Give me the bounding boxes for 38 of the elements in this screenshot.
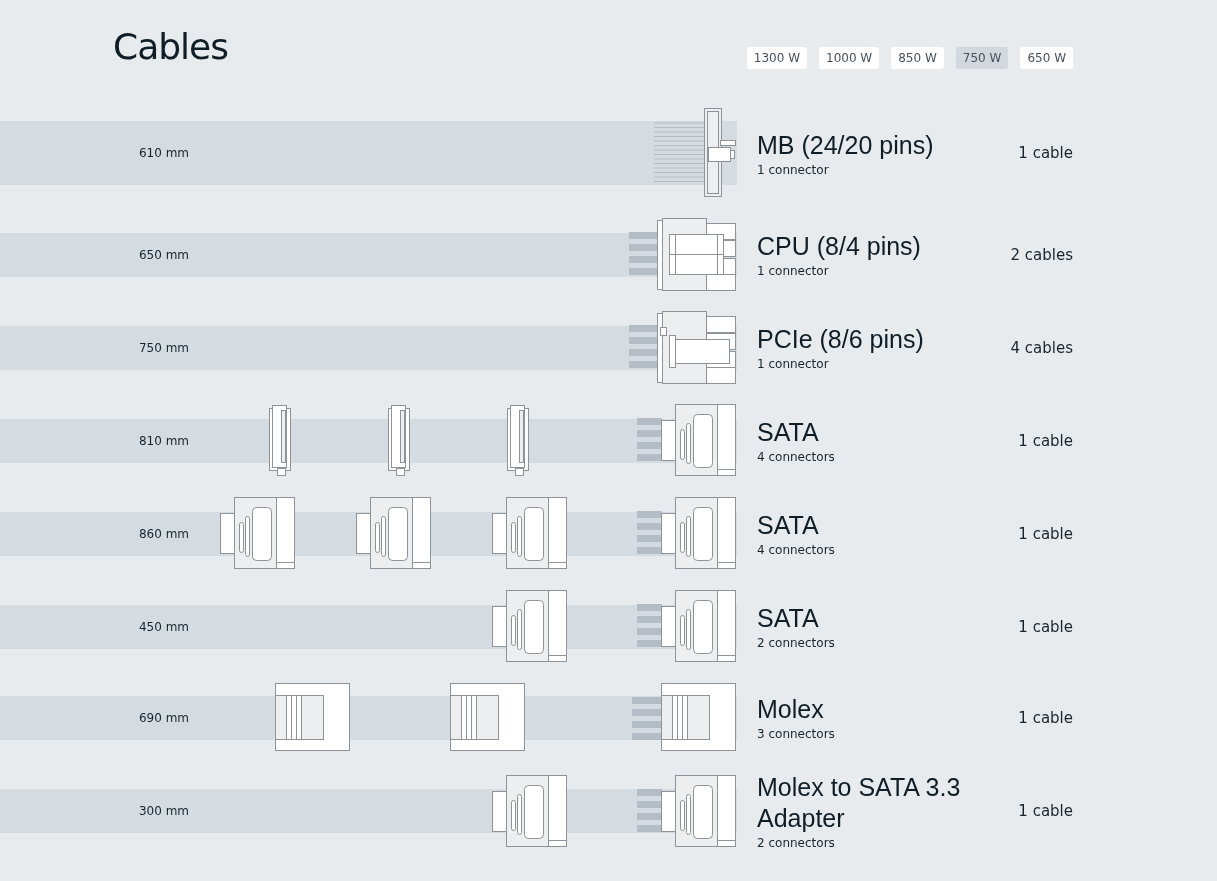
connector-count: 1 connector xyxy=(757,357,830,371)
cable-length: 450 mm xyxy=(137,619,191,634)
wattage-tab[interactable]: 1000 W xyxy=(819,47,880,69)
wattage-tab[interactable]: 850 W xyxy=(891,47,944,69)
cable-count: 1 cable xyxy=(1018,708,1073,727)
cable-count: 1 cable xyxy=(1018,802,1073,820)
cable-name: MB (24/20 pins) xyxy=(757,129,935,161)
cable-count: 1 cable xyxy=(1018,431,1073,450)
cable-count: 1 cable xyxy=(1018,617,1073,636)
page-title: Cables xyxy=(113,26,228,67)
cable-count: 1 cable xyxy=(1018,144,1073,162)
cable-count: 4 cables xyxy=(1010,338,1073,357)
cable-length: 650 mm xyxy=(137,247,191,262)
connector-count: 4 connectors xyxy=(757,450,836,464)
cable-count: 2 cables xyxy=(1010,245,1073,264)
cable-name: SATA xyxy=(757,417,820,448)
cable-length: 810 mm xyxy=(137,433,191,448)
cable-name: CPU (8/4 pins) xyxy=(757,231,922,262)
cable-name: Molex xyxy=(757,694,825,725)
wattage-tab[interactable]: 1300 W xyxy=(746,47,807,69)
connector-count: 3 connectors xyxy=(757,727,836,741)
cable-name: PCIe (8/6 pins) xyxy=(757,324,925,355)
cable-count: 1 cable xyxy=(1018,524,1073,543)
connector-count: 4 connectors xyxy=(757,543,836,557)
cable-name: Molex to SATA 3.3 Adapter xyxy=(757,772,962,834)
connector-count: 1 connector xyxy=(757,264,830,278)
cable-length: 750 mm xyxy=(137,340,191,355)
cable-length: 860 mm xyxy=(137,526,191,541)
wattage-tab[interactable]: 750 W xyxy=(955,47,1009,69)
cable-name: SATA xyxy=(757,603,820,634)
connector-count: 1 connector xyxy=(757,162,830,177)
cable-length: 300 mm xyxy=(137,804,191,818)
connector-count: 2 connectors xyxy=(757,636,836,650)
cable-length: 690 mm xyxy=(137,710,191,725)
cable-name: SATA xyxy=(757,510,820,541)
cable-length: 610 mm xyxy=(137,146,191,160)
wattage-tab[interactable]: 650 W xyxy=(1020,47,1073,69)
connector-count: 2 connectors xyxy=(757,836,836,850)
